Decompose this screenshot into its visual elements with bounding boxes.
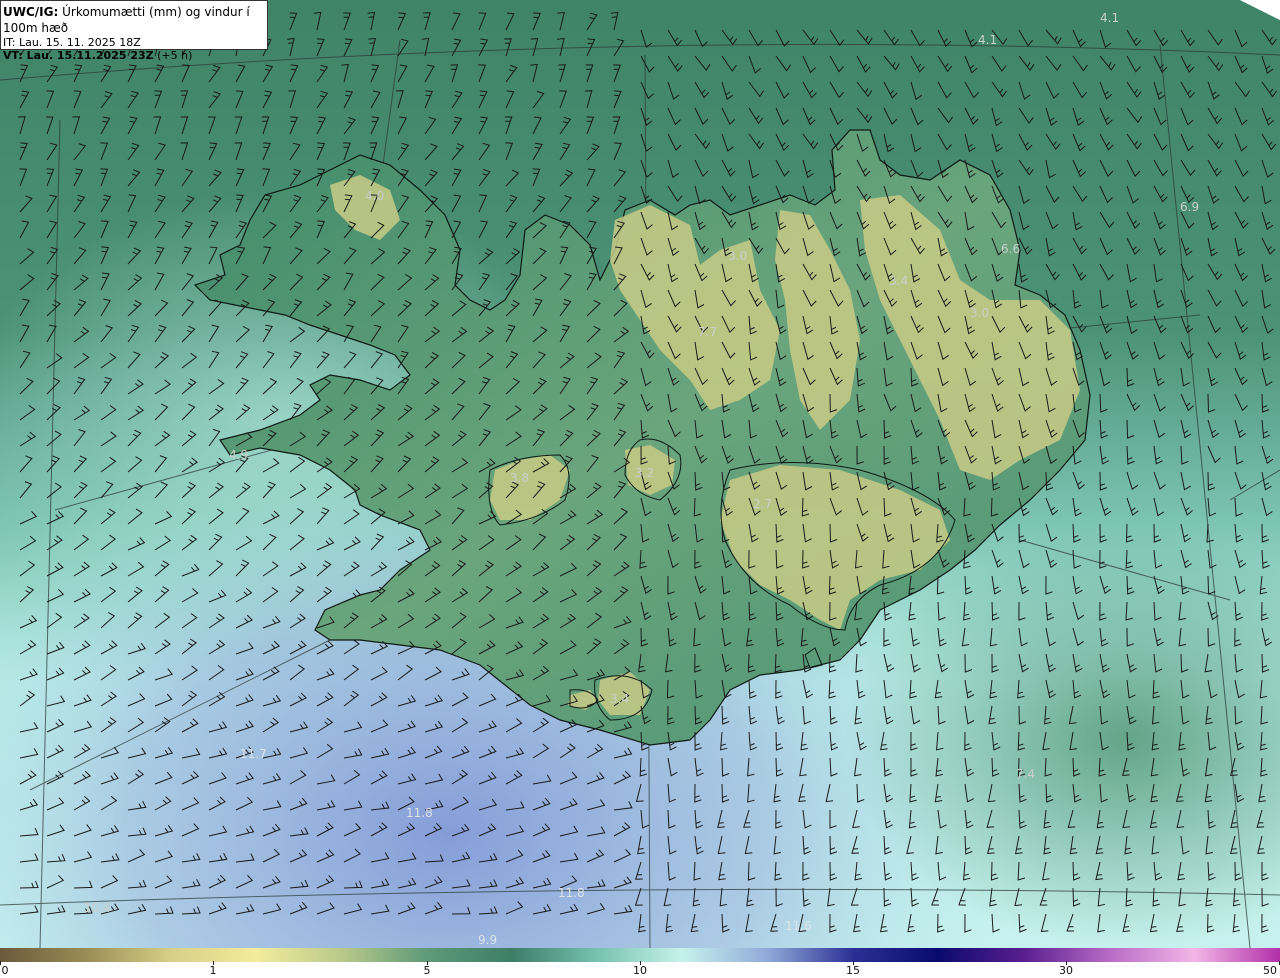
precip-max-label: 11.6: [785, 919, 812, 933]
lead-time: (+5 h): [157, 49, 193, 62]
colorbar-label: 1: [209, 964, 217, 977]
precip-max-label: 11.8: [558, 886, 585, 900]
colorbar-label: 10: [633, 964, 647, 977]
precip-max-label: 6.9: [1180, 200, 1199, 214]
precip-max-label: 7.7: [698, 325, 717, 339]
precip-max-label: 3.4: [889, 274, 908, 288]
colorbar-label: 0: [1, 964, 9, 977]
init-time: IT: Lau. 15. 11. 2025 18Z: [3, 36, 141, 49]
colorbar-label: 30: [1059, 964, 1073, 977]
precip-max-label: 3.8: [510, 471, 529, 485]
forecast-info-box: UWC/IG: Úrkomumætti (mm) og vindur í 100…: [0, 0, 268, 62]
precip-max-label: 6.6: [1001, 242, 1020, 256]
model-name: UWC/IG:: [3, 5, 59, 19]
colorbar-label: 5: [423, 964, 431, 977]
precip-max-label: 11.7: [240, 747, 267, 761]
precip-max-label: 4.1: [978, 33, 997, 47]
precip-max-label: 4.9: [229, 448, 248, 462]
precip-max-label: 10.4: [84, 901, 111, 915]
precip-max-label: 3.2: [635, 466, 654, 480]
precip-max-label: 4.1: [1100, 11, 1119, 25]
precip-max-label: 11.8: [406, 806, 433, 820]
colorbar: 0 1 5 10 15 30 50: [0, 948, 1280, 978]
valid-time: VT: Lau. 15.11.2025 23Z (+5 h): [3, 49, 265, 62]
precip-max-label: 2.7: [753, 497, 772, 511]
precip-max-label: 3.4: [610, 692, 629, 706]
precip-max-label: 7.4: [1016, 767, 1035, 781]
precip-max-label: 9.9: [478, 933, 497, 947]
colorbar-label: 15: [846, 964, 860, 977]
precip-max-label: 3.0: [728, 249, 747, 263]
forecast-map: 4.1 4.1 4.0 6.9 6.6 3.0 3.4 3.0 7.7 4.9 …: [0, 0, 1280, 948]
precip-max-label: 4.0: [365, 189, 384, 203]
colorbar-gradient: [0, 948, 1280, 962]
valid-time-label: VT: Lau. 15.11.2025 23Z: [3, 49, 154, 62]
precip-max-label: 3.0: [970, 306, 989, 320]
map-title: UWC/IG: Úrkomumætti (mm) og vindur í 100…: [3, 4, 265, 36]
colorbar-label: 50: [1263, 964, 1277, 977]
